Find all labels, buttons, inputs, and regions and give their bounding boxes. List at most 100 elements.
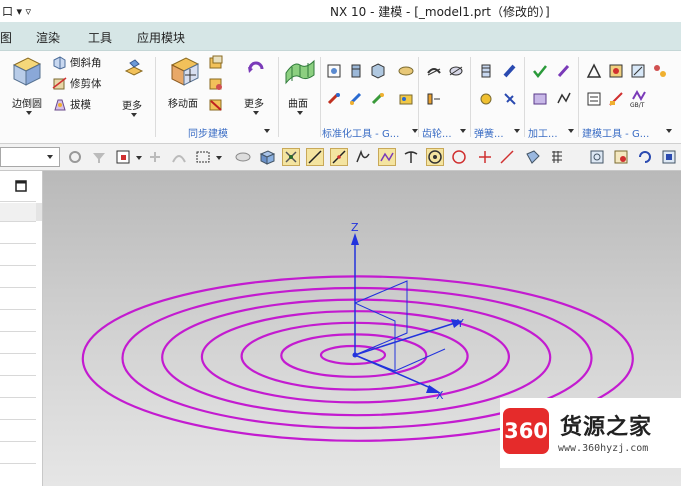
replace-face-icon[interactable]: [208, 76, 224, 92]
snap-grid-icon[interactable]: [548, 148, 566, 166]
menu-tools[interactable]: 工具: [88, 29, 112, 46]
chevron-down-icon[interactable]: [26, 111, 32, 115]
more-button-1[interactable]: 更多: [116, 55, 152, 119]
tool-setting-icon[interactable]: [652, 63, 668, 79]
snap-intersection-icon[interactable]: [476, 148, 494, 166]
snap-curve-icon[interactable]: [170, 148, 188, 166]
snap-control-point-button[interactable]: [378, 148, 396, 166]
quick-access-toolbar[interactable]: 口 ▾ ▿: [2, 3, 31, 19]
tool-measure-icon[interactable]: [608, 91, 624, 107]
chevron-down-icon[interactable]: [253, 111, 259, 115]
spur-gear-icon[interactable]: [426, 63, 442, 79]
machining-feature-icon[interactable]: [532, 91, 548, 107]
move-face-label: 移动面: [168, 99, 198, 110]
ribbon-separator: [578, 57, 579, 137]
endpoint-icon: [285, 151, 297, 163]
tool-list-icon[interactable]: [586, 91, 602, 107]
snap-arc-center-button[interactable]: [426, 148, 444, 166]
surface-icon: [285, 59, 315, 85]
spring-edit-icon[interactable]: [502, 91, 518, 107]
gb-standard-button[interactable]: GB/T: [628, 89, 650, 111]
washer-icon[interactable]: [398, 63, 414, 79]
plane-display-icon[interactable]: [234, 148, 252, 166]
chevron-down-icon[interactable]: [131, 113, 137, 117]
spring-delete-icon[interactable]: [478, 91, 494, 107]
chevron-down-icon[interactable]: [297, 111, 303, 115]
cylindrical-spring-icon[interactable]: [478, 63, 494, 79]
more-button-2[interactable]: 更多: [236, 53, 276, 117]
chevron-down-icon[interactable]: [514, 129, 520, 133]
snap-midpoint-button[interactable]: [330, 148, 348, 166]
panel-column-header[interactable]: [0, 203, 36, 221]
move-face-icon: [170, 57, 200, 86]
chevron-down-icon[interactable]: [460, 129, 466, 133]
machining-param-icon[interactable]: [556, 91, 572, 107]
selection-toolbar: [0, 144, 681, 171]
midpoint-icon: [332, 150, 346, 164]
move-face-button[interactable]: 移动面: [160, 53, 204, 117]
maximize-icon[interactable]: [14, 179, 28, 193]
disc-spring-icon[interactable]: [502, 63, 518, 79]
menu-view[interactable]: 图: [0, 29, 12, 46]
trim-body-button[interactable]: 修剪体: [52, 76, 110, 92]
arc-center-icon: [428, 150, 442, 164]
yz-datum-plane-back: [354, 280, 408, 356]
snap-surface-icon[interactable]: [524, 148, 542, 166]
standard-part-icon[interactable]: [326, 63, 342, 79]
menu-application[interactable]: 应用模块: [137, 29, 185, 46]
snap-point-on-curve-icon[interactable]: [498, 148, 516, 166]
menu-render[interactable]: 渲染: [36, 29, 60, 46]
select-window-icon[interactable]: [114, 148, 132, 166]
select-filter-icon[interactable]: [90, 148, 108, 166]
panel-scrollbar[interactable]: [36, 203, 42, 221]
z-axis-label: Z: [351, 221, 359, 234]
chevron-down-icon[interactable]: [666, 129, 672, 133]
bearing-icon[interactable]: [398, 91, 414, 107]
surface-button[interactable]: 曲面: [282, 53, 318, 117]
more-features-icon: [124, 59, 144, 76]
more-label-1: 更多: [122, 101, 142, 112]
type-filter-dropdown[interactable]: [0, 147, 60, 167]
triangle-tool-icon[interactable]: [586, 63, 602, 79]
chevron-down-icon[interactable]: [264, 129, 270, 133]
chevron-down-icon[interactable]: [136, 156, 142, 160]
pin-icon[interactable]: [326, 91, 342, 107]
snap-point-icon[interactable]: [146, 148, 164, 166]
snap-line-button[interactable]: [306, 148, 324, 166]
solid-body-icon[interactable]: [258, 148, 276, 166]
rotate-view-icon[interactable]: [636, 148, 654, 166]
draft-label: 拔模: [70, 99, 91, 111]
machining-tool-icon[interactable]: [556, 63, 572, 79]
ribbon-separator: [418, 57, 419, 137]
snap-spline-icon[interactable]: [354, 148, 372, 166]
bolt-icon[interactable]: [348, 63, 364, 79]
rivet-icon[interactable]: [348, 91, 364, 107]
ribbon-separator: [278, 57, 279, 137]
rectangle-select-icon[interactable]: [194, 148, 212, 166]
edge-blend-button[interactable]: 边倒圆: [0, 53, 50, 117]
tool-template-icon[interactable]: [608, 63, 624, 79]
zoom-window-icon[interactable]: [612, 148, 630, 166]
bevel-gear-icon[interactable]: [448, 63, 464, 79]
draft-button[interactable]: 拔模: [52, 97, 110, 113]
snap-perpendicular-icon[interactable]: [402, 148, 420, 166]
nut-icon[interactable]: [370, 63, 386, 79]
snap-endpoint-button[interactable]: [282, 148, 300, 166]
chevron-down-icon[interactable]: [568, 129, 574, 133]
delete-face-icon[interactable]: [208, 97, 224, 113]
trim-body-icon: [52, 77, 67, 90]
gear-modeling-icon[interactable]: [426, 91, 442, 107]
fit-view-icon[interactable]: [588, 148, 606, 166]
spiral-ring[interactable]: [161, 298, 552, 417]
select-settings-icon[interactable]: [66, 148, 84, 166]
edge-blend-icon: [12, 57, 42, 86]
render-style-icon[interactable]: [660, 148, 678, 166]
machining-check-icon[interactable]: [532, 63, 548, 79]
chevron-down-icon[interactable]: [216, 156, 222, 160]
snap-quadrant-icon[interactable]: [450, 148, 468, 166]
surface-label: 曲面: [288, 99, 308, 110]
offset-region-icon[interactable]: [208, 55, 224, 71]
shaft-icon[interactable]: [370, 91, 386, 107]
chamfer-button[interactable]: 倒斜角: [52, 55, 110, 71]
tool-edit-icon[interactable]: [630, 63, 646, 79]
